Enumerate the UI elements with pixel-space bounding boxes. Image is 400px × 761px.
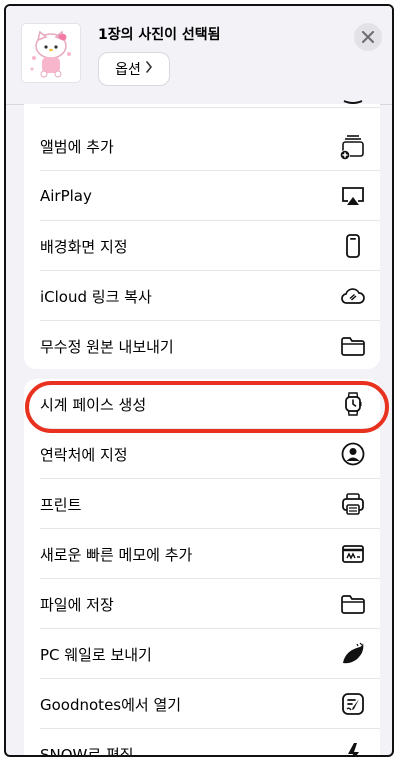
folder-icon [340, 591, 366, 617]
photo-thumbnail [22, 24, 80, 82]
row-label: SNOW로 편집 [40, 745, 134, 757]
row-label: 새로운 빠른 메모에 추가 [40, 545, 193, 564]
row-add-to-album[interactable]: 앨범에 추가 [24, 121, 380, 171]
snow-bolt-icon [340, 741, 366, 755]
goodnotes-icon [340, 691, 366, 717]
partial-row[interactable] [24, 88, 380, 108]
close-icon [362, 28, 374, 47]
row-label: 앨범에 추가 [40, 137, 114, 156]
cloud-link-icon [340, 283, 366, 309]
actions-group-1: 앨범에 추가 AirPlay 배경화면 지정 iCloud 링크 복사 무수정 … [24, 100, 380, 371]
add-to-album-icon [340, 133, 366, 160]
row-label: 배경화면 지정 [40, 237, 128, 256]
row-label: Goodnotes에서 열기 [40, 695, 182, 714]
row-label: iCloud 링크 복사 [40, 287, 152, 306]
options-button[interactable]: 옵션 [98, 52, 170, 86]
row-label: AirPlay [40, 187, 92, 205]
chevron-right-icon [145, 61, 153, 77]
quick-note-icon [340, 541, 366, 567]
row-icloud-link[interactable]: iCloud 링크 복사 [24, 271, 380, 321]
row-label: 파일에 저장 [40, 595, 114, 614]
close-button[interactable] [354, 23, 382, 51]
phone-icon [340, 233, 366, 259]
row-label: 프린트 [40, 495, 82, 514]
row-open-goodnotes[interactable]: Goodnotes에서 열기 [24, 679, 380, 729]
printer-icon [340, 491, 366, 517]
row-label: 시계 페이스 생성 [40, 395, 147, 414]
row-save-to-files[interactable]: 파일에 저장 [24, 579, 380, 629]
row-assign-contact[interactable]: 연락처에 지정 [24, 429, 380, 479]
row-airplay[interactable]: AirPlay [24, 171, 380, 221]
row-label: 무수정 원본 내보내기 [40, 337, 174, 356]
folder-icon [340, 333, 366, 359]
actions-group-2: 시계 페이스 생성 연락처에 지정 프린트 새로운 빠른 메모에 추가 파일에 … [24, 379, 380, 757]
row-edit-snow[interactable]: SNOW로 편집 [24, 729, 380, 757]
row-send-to-whale[interactable]: PC 웨일로 보내기 [24, 629, 380, 679]
watch-icon [340, 391, 366, 417]
row-watch-face[interactable]: 시계 페이스 생성 [24, 379, 380, 429]
whale-icon [340, 641, 366, 667]
row-export-original[interactable]: 무수정 원본 내보내기 [24, 321, 380, 371]
row-label: 연락처에 지정 [40, 445, 128, 464]
options-label: 옵션 [115, 62, 141, 78]
partial-icon [340, 85, 366, 111]
row-label: PC 웨일로 보내기 [40, 645, 152, 664]
row-wallpaper[interactable]: 배경화면 지정 [24, 221, 380, 271]
row-print[interactable]: 프린트 [24, 479, 380, 529]
airplay-icon [340, 183, 366, 209]
row-quick-note[interactable]: 새로운 빠른 메모에 추가 [24, 529, 380, 579]
contact-icon [340, 441, 366, 467]
selection-title: 1장의 사진이 선택됨 [98, 27, 221, 43]
share-sheet: 1장의 사진이 선택됨 옵션 앨범에 추가 AirPlay 배경화면 지정 iC… [4, 4, 394, 757]
